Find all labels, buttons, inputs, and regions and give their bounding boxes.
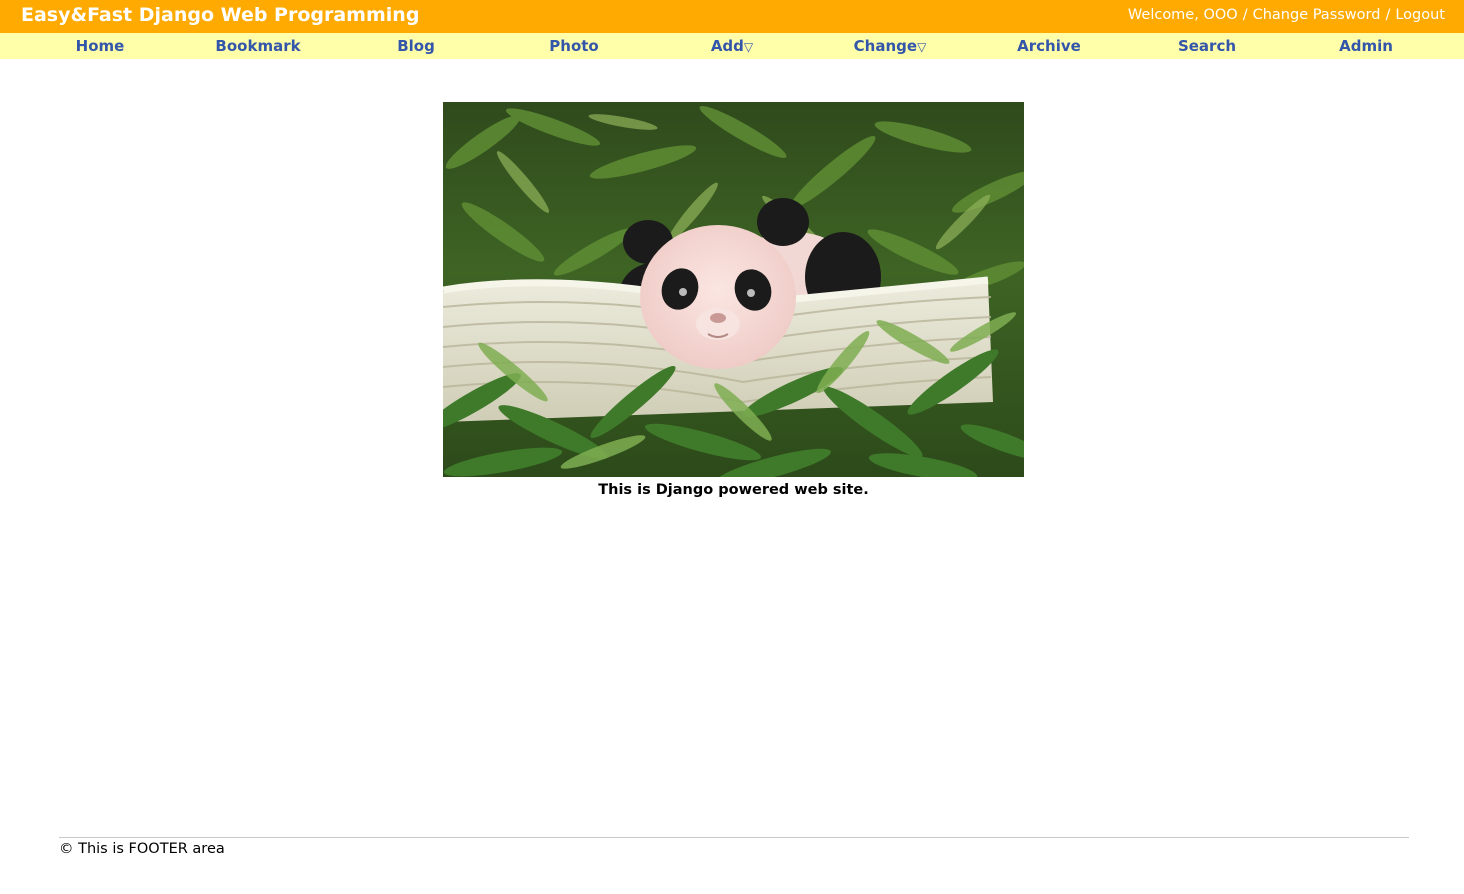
nav-home[interactable]: Home — [21, 33, 179, 59]
footer-divider — [59, 837, 1409, 838]
dropdown-arrow-icon: ▽ — [743, 40, 754, 54]
nav-archive-label: Archive — [1017, 37, 1081, 55]
nav-admin-label: Admin — [1339, 37, 1393, 55]
nav-blog[interactable]: Blog — [337, 33, 495, 59]
user-menu: Welcome, OOO / Change Password / Logout — [1128, 6, 1445, 24]
nav-admin[interactable]: Admin — [1287, 33, 1445, 59]
nav-add-dropdown[interactable]: Add▽ — [653, 33, 811, 59]
nav-archive[interactable]: Archive — [970, 33, 1128, 59]
nav-change-label: Change — [853, 37, 918, 55]
page-caption: This is Django powered web site. — [598, 482, 869, 498]
nav-search-label: Search — [1177, 37, 1237, 55]
logout-link[interactable]: Logout — [1395, 7, 1445, 23]
nav-photo-label: Photo — [549, 37, 599, 55]
home-panda-image — [443, 102, 1024, 477]
dropdown-arrow-icon: ▽ — [917, 40, 927, 54]
nav-home-label: Home — [75, 37, 125, 55]
nav-bookmark-label: Bookmark — [215, 37, 301, 55]
welcome-text: Welcome, OOO — [1127, 7, 1238, 23]
nav-change-dropdown[interactable]: Change▽ — [811, 33, 969, 59]
nav-blog-label: Blog — [397, 37, 435, 55]
separator: / — [1385, 7, 1391, 23]
change-password-link[interactable]: Change Password — [1253, 7, 1381, 23]
nav-photo[interactable]: Photo — [495, 33, 653, 59]
nav-bookmark[interactable]: Bookmark — [179, 33, 337, 59]
site-title[interactable]: Easy&Fast Django Web Programming — [21, 3, 419, 27]
footer-text: © This is FOOTER area — [59, 841, 225, 857]
separator: / — [1242, 7, 1248, 23]
main-nav: Home Bookmark Blog Photo Add▽ Change▽ Ar… — [0, 33, 1464, 59]
site-header: Easy&Fast Django Web Programming Welcome… — [0, 0, 1464, 33]
nav-add-label: Add — [710, 37, 744, 55]
nav-search[interactable]: Search — [1128, 33, 1286, 59]
